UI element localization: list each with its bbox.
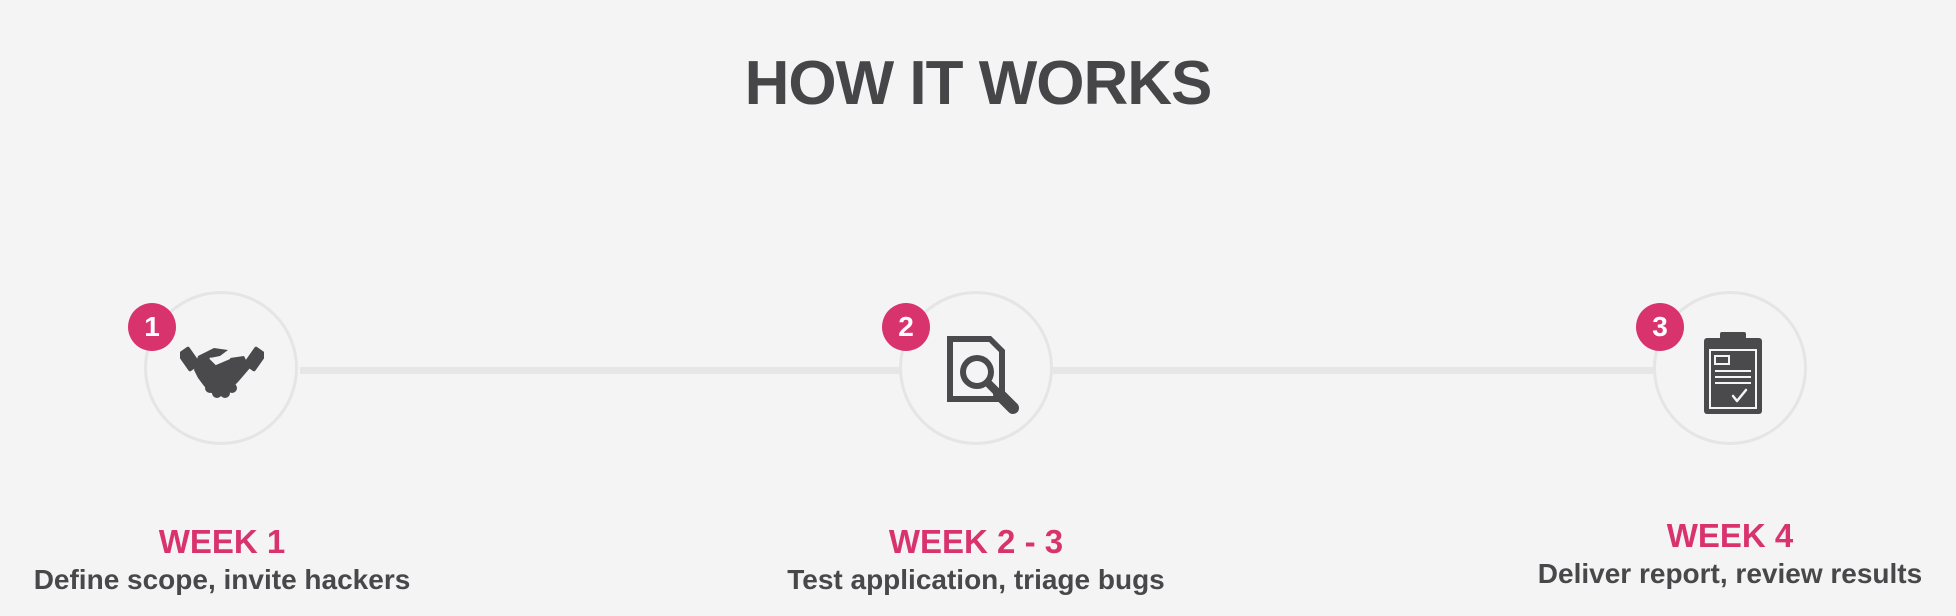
step-description: Define scope, invite hackers (33, 564, 411, 595)
step-week-label: WEEK 1 (158, 523, 286, 560)
step-1-text: WEEK 1 Define scope, invite hackers (22, 522, 422, 598)
step-3-text: WEEK 4 Deliver report, review results (1530, 516, 1930, 592)
clipboard-report-icon (1704, 332, 1762, 414)
step-description: Test application, triage bugs (787, 564, 1165, 595)
step-number-badge: 1 (128, 303, 176, 351)
handshake-icon (180, 346, 264, 398)
page-title: HOW IT WORKS (744, 49, 1213, 118)
timeline-connector (1053, 367, 1653, 374)
timeline-connector (300, 367, 900, 374)
step-week-label: WEEK 4 (1666, 517, 1794, 554)
document-search-icon (947, 336, 1019, 414)
step-week-label: WEEK 2 - 3 (888, 523, 1064, 560)
step-number-badge: 3 (1636, 303, 1684, 351)
step-number-badge: 2 (882, 303, 930, 351)
step-description: Deliver report, review results (1537, 558, 1923, 589)
step-2-text: WEEK 2 - 3 Test application, triage bugs (776, 522, 1176, 598)
